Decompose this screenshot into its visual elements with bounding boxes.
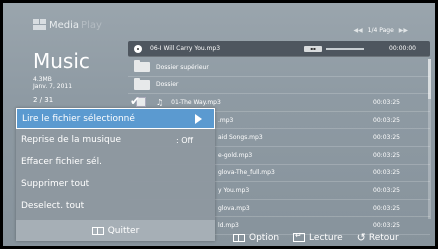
arrow-right-icon: [195, 114, 202, 124]
disc-icon: [134, 44, 142, 53]
list-item-name: glova.mp3: [218, 204, 250, 212]
tools-key-icon: [91, 226, 104, 235]
tools-key-icon: [233, 233, 245, 242]
list-item-time: 00:03:25: [373, 134, 400, 142]
list-item-time: 00:03:25: [373, 98, 400, 106]
next-page-icon[interactable]: ▶▶: [399, 27, 408, 34]
menu-item-repeat-music[interactable]: Reprise de la musique : Off: [16, 129, 215, 151]
list-item-time: 00:03:25: [373, 222, 400, 230]
option-key[interactable]: Option: [233, 233, 279, 243]
menu-item-value: : Off: [176, 135, 194, 145]
category-title: Music: [33, 49, 90, 73]
quit-label: Quitter: [107, 225, 140, 236]
checkmark-icon: ✔: [130, 94, 141, 109]
brand-logo: Media Play: [33, 19, 102, 31]
menu-item-deselect-all[interactable]: Deselect. tout: [16, 195, 215, 217]
pager: ◀◀ 1/4 Page ▶▶: [348, 27, 413, 34]
enter-key-icon: [293, 231, 306, 242]
list-item-name: e-gold.mp3: [218, 151, 253, 159]
now-playing-title: 06-I Will Carry You.mp3: [150, 45, 221, 52]
file-info: 4.3MB Janv. 7, 2011: [33, 76, 72, 90]
menu-item-label: Reprise de la musique: [21, 135, 121, 145]
playback-progress-bar: [326, 48, 364, 50]
list-item-name: 01-The Way.mp3: [171, 98, 221, 106]
return-icon: ↺: [356, 231, 366, 244]
audio-format-icon: ▪▪: [304, 46, 322, 52]
list-item[interactable]: Dossier supérieur: [128, 59, 430, 77]
menu-item-label: Deselect. tout: [21, 201, 85, 211]
option-label: Option: [249, 232, 280, 243]
menu-item-label: Effacer fichier sél.: [21, 157, 102, 167]
now-playing-row[interactable]: 06-I Will Carry You.mp3 ▪▪ 00:00:00: [128, 41, 430, 57]
list-item-time: 00:03:25: [373, 186, 400, 194]
folder-icon: [134, 77, 150, 90]
menu-item-label: Lire le fichier sélectionné: [22, 113, 135, 124]
menu-item-label: Supprimer tout: [21, 179, 90, 189]
menu-item-delete-all[interactable]: Supprimer tout: [16, 173, 215, 195]
play-key[interactable]: Lecture: [293, 231, 343, 243]
list-item-time: 00:03:25: [373, 116, 400, 124]
play-label: Lecture: [309, 232, 343, 243]
brand-play-text: Play: [81, 20, 102, 31]
menu-item-play-selected[interactable]: Lire le fichier sélectionné: [16, 108, 215, 129]
list-item-time: 00:03:25: [373, 204, 400, 212]
media-icon: [33, 19, 47, 31]
item-counter: 2 / 31: [33, 96, 54, 104]
music-note-icon: ♫: [156, 97, 164, 107]
bottom-key-guide: Option Lecture ↺ Retour: [233, 231, 413, 244]
folder-icon: [134, 60, 150, 73]
prev-page-icon[interactable]: ◀◀: [353, 27, 362, 34]
list-scrollbar[interactable]: [428, 59, 431, 219]
list-item-name: y You.mp3: [218, 186, 250, 194]
list-item-name: Dossier: [156, 81, 179, 89]
now-playing-time: 00:00:00: [389, 45, 416, 52]
file-date: Janv. 7, 2011: [33, 83, 73, 90]
list-item-name: glova-The_full.mp3: [218, 169, 275, 177]
list-item[interactable]: Dossier: [128, 77, 430, 95]
page-label: 1/4 Page: [367, 27, 394, 34]
list-item-time: 00:03:25: [373, 169, 400, 177]
list-item-time: 00:03:25: [373, 151, 400, 159]
menu-item-clear-selected[interactable]: Effacer fichier sél.: [16, 151, 215, 173]
list-item-name: ld.mp3: [218, 222, 239, 230]
quit-button[interactable]: Quitter: [16, 220, 215, 241]
list-item-name: Dossier supérieur: [156, 63, 209, 71]
list-item-name: .mp3: [218, 116, 234, 124]
return-label: Retour: [368, 232, 399, 243]
list-item-name: aid Songs.mp3: [218, 134, 263, 142]
options-popup-menu: Lire le fichier sélectionné Reprise de l…: [16, 108, 215, 241]
return-key[interactable]: ↺ Retour: [357, 231, 399, 244]
brand-media-text: Media: [49, 20, 80, 31]
file-size: 4.3MB: [33, 76, 52, 83]
media-play-screen: Media Play ◀◀ 1/4 Page ▶▶ Music 4.3MB Ja…: [0, 0, 438, 249]
